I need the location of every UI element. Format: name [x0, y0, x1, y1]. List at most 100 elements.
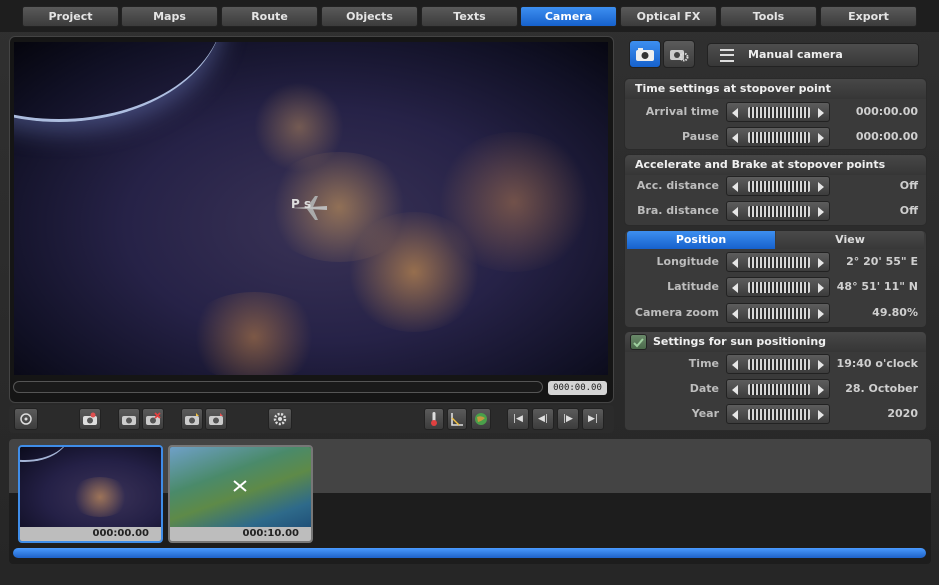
arrow-right-icon[interactable]: [818, 258, 824, 268]
arrow-left-icon[interactable]: [732, 207, 738, 217]
slider-knob[interactable]: [748, 107, 810, 118]
acc-distance-row: Acc. distance Off: [625, 175, 926, 197]
camera-remove-button[interactable]: [142, 408, 164, 430]
keyframe-preview: [20, 447, 161, 529]
thermometer-icon: [431, 412, 437, 426]
time-display: 000:00.00: [548, 381, 607, 395]
tab-route[interactable]: Route: [221, 6, 318, 27]
camera-zoom-row: Camera zoom 49.80%: [625, 302, 926, 324]
row-value: 19:40 o'clock: [836, 357, 918, 370]
arrow-left-icon[interactable]: [732, 309, 738, 319]
arrow-right-icon[interactable]: [818, 182, 824, 192]
pause-slider[interactable]: [726, 127, 830, 147]
go-to-end-button[interactable]: ▶|: [582, 408, 604, 430]
arrow-left-icon[interactable]: [732, 410, 738, 420]
tab-view[interactable]: View: [776, 231, 924, 249]
playback-scrubber[interactable]: [13, 381, 543, 393]
arrow-right-icon[interactable]: [818, 108, 824, 118]
tab-camera[interactable]: Camera: [520, 6, 617, 27]
camera-keyframe-thumbnail[interactable]: 000:00.00: [18, 445, 163, 543]
camera-record-button[interactable]: [79, 408, 101, 430]
camera-arrow-icon: [185, 413, 199, 425]
city-lights: [254, 82, 344, 172]
sun-year-slider[interactable]: [726, 404, 830, 424]
keyframe-preview: [170, 447, 311, 529]
accel-brake-panel: Accelerate and Brake at stopover points …: [624, 154, 927, 226]
horizon-glow: [14, 42, 224, 122]
row-value: Off: [899, 204, 918, 217]
slider-knob[interactable]: [748, 384, 810, 395]
slider-knob[interactable]: [748, 181, 810, 192]
tab-texts[interactable]: Texts: [421, 6, 518, 27]
arrow-left-icon[interactable]: [732, 133, 738, 143]
slider-knob[interactable]: [748, 132, 810, 143]
temperature-button[interactable]: [424, 408, 444, 430]
timeline-progress-bar[interactable]: [13, 548, 926, 558]
app-window: Project Maps Route Objects Texts Camera …: [0, 0, 939, 585]
arrow-right-icon[interactable]: [818, 410, 824, 420]
camera-settings-button[interactable]: [268, 408, 292, 430]
arrival-time-slider[interactable]: [726, 102, 830, 122]
camera-keyframe-thumbnail[interactable]: 000:10.00: [168, 445, 313, 543]
globe-button[interactable]: [471, 408, 491, 430]
arrow-right-icon[interactable]: [818, 207, 824, 217]
arrow-left-icon[interactable]: [732, 258, 738, 268]
camera-icon: [83, 412, 97, 425]
row-label: Camera zoom: [634, 306, 719, 319]
slider-knob[interactable]: [748, 308, 810, 319]
arrow-right-icon[interactable]: [818, 133, 824, 143]
tab-tools[interactable]: Tools: [720, 6, 817, 27]
arrow-right-icon[interactable]: [818, 309, 824, 319]
map-viewport[interactable]: P s: [14, 42, 608, 375]
arrow-left-icon[interactable]: [732, 283, 738, 293]
step-back-button[interactable]: ◀|: [532, 408, 554, 430]
sun-enable-checkbox[interactable]: [630, 334, 647, 350]
menu-bar: Project Maps Route Objects Texts Camera …: [0, 0, 939, 32]
sun-date-slider[interactable]: [726, 379, 830, 399]
center-button[interactable]: [14, 408, 38, 430]
arrow-right-icon[interactable]: [818, 283, 824, 293]
row-label: Longitude: [656, 255, 719, 268]
row-value: 2° 20' 55" E: [846, 255, 918, 268]
tab-optical-fx[interactable]: Optical FX: [620, 6, 717, 27]
tab-position[interactable]: Position: [627, 231, 775, 249]
camera-zoom-slider[interactable]: [726, 303, 830, 323]
angle-button[interactable]: [447, 408, 467, 430]
row-value: 2020: [887, 407, 918, 420]
arrow-right-icon[interactable]: [818, 360, 824, 370]
slider-knob[interactable]: [748, 257, 810, 268]
acc-distance-slider[interactable]: [726, 176, 830, 196]
arrow-right-icon[interactable]: [818, 385, 824, 395]
camera-path-button[interactable]: [663, 40, 695, 68]
row-label: Latitude: [667, 280, 719, 293]
slider-knob[interactable]: [748, 282, 810, 293]
slider-knob[interactable]: [748, 409, 810, 420]
camera-copy-button[interactable]: [118, 408, 140, 430]
latitude-slider[interactable]: [726, 277, 830, 297]
camera-mode-button[interactable]: [629, 40, 661, 68]
gear-icon: [273, 412, 287, 426]
step-forward-button[interactable]: |▶: [557, 408, 579, 430]
slider-knob[interactable]: [748, 359, 810, 370]
arrow-left-icon[interactable]: [732, 360, 738, 370]
row-value: Off: [899, 179, 918, 192]
slider-knob[interactable]: [748, 206, 810, 217]
waypoint-label: P s: [291, 197, 312, 211]
section-title: Settings for sun positioning: [625, 332, 926, 352]
tab-export[interactable]: Export: [820, 6, 917, 27]
camera-mode-dropdown[interactable]: Manual camera: [707, 43, 919, 67]
arrow-left-icon[interactable]: [732, 385, 738, 395]
tab-maps[interactable]: Maps: [121, 6, 218, 27]
tab-project[interactable]: Project: [22, 6, 119, 27]
go-to-start-button[interactable]: |◀: [507, 408, 529, 430]
arrow-left-icon[interactable]: [732, 108, 738, 118]
camera-up-button[interactable]: [181, 408, 203, 430]
tab-objects[interactable]: Objects: [321, 6, 418, 27]
sun-time-slider[interactable]: [726, 354, 830, 374]
longitude-slider[interactable]: [726, 252, 830, 272]
time-settings-panel: Time settings at stopover point Arrival …: [624, 78, 927, 150]
bra-distance-slider[interactable]: [726, 201, 830, 221]
arrow-left-icon[interactable]: [732, 182, 738, 192]
section-title: Time settings at stopover point: [625, 79, 926, 99]
camera-down-button[interactable]: [205, 408, 227, 430]
